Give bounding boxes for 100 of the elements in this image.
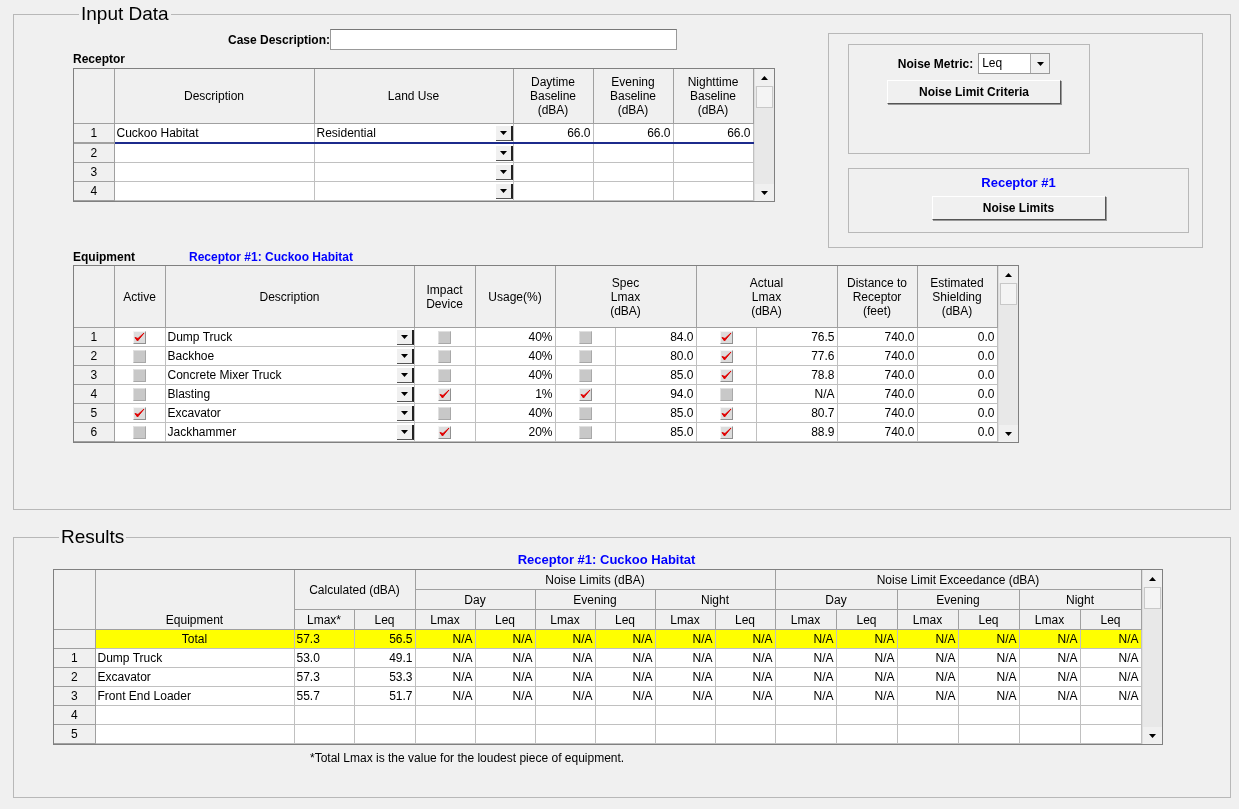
noise-limit-criteria-button[interactable]: Noise Limit Criteria — [887, 80, 1061, 104]
table-cell: N/A — [935, 689, 956, 703]
table-row[interactable]: 1 Cuckoo Habitat Residential 66.0 66.0 66.0 — [74, 123, 753, 143]
row-number: 2 — [74, 143, 114, 163]
dropdown-button[interactable] — [396, 386, 414, 402]
table-cell: N/A — [632, 651, 653, 665]
table-cell: 40% — [528, 330, 553, 344]
check-icon — [720, 408, 732, 420]
checkbox[interactable] — [578, 426, 592, 440]
table-cell: N/A — [814, 387, 835, 401]
section-title: Receptor — [73, 51, 126, 68]
checkbox[interactable] — [578, 331, 592, 345]
dropdown-button[interactable] — [495, 183, 513, 199]
table-cell: N/A — [1118, 689, 1139, 703]
checkbox[interactable] — [438, 369, 451, 383]
table-row[interactable]: 2 — [74, 143, 753, 163]
checkbox[interactable] — [133, 426, 146, 440]
table-cell: Dump Truck — [97, 651, 163, 665]
dropdown-button[interactable] — [396, 329, 414, 345]
table-cell: Excavator — [97, 670, 151, 684]
checkbox[interactable] — [438, 350, 451, 364]
receptor-subtitle: Receptor #1: Cuckoo Habitat — [517, 552, 696, 567]
scroll-thumb[interactable] — [755, 86, 773, 108]
dropdown-button[interactable] — [495, 145, 513, 161]
column-header: Distance to Receptor (feet) — [837, 266, 917, 328]
table-cell: 740.0 — [884, 387, 915, 401]
checkbox[interactable] — [719, 388, 733, 402]
panel-title: Input Data — [80, 3, 170, 25]
checkbox[interactable] — [133, 388, 146, 402]
dropdown-button[interactable] — [495, 125, 513, 141]
checkbox[interactable] — [133, 350, 146, 364]
checkbox[interactable] — [133, 369, 146, 383]
check-icon — [720, 351, 732, 363]
column-header: Noise Limits (dBA) — [415, 570, 775, 590]
noise-metric-dropdown[interactable]: Leq — [978, 53, 1051, 74]
scroll-down-button[interactable] — [754, 184, 774, 201]
table-cell: N/A — [813, 670, 834, 684]
scroll-up-button[interactable] — [1142, 570, 1162, 587]
table-cell: N/A — [632, 689, 653, 703]
scroll-thumb[interactable] — [1143, 587, 1161, 609]
vertical-scrollbar[interactable] — [997, 266, 1018, 442]
table-cell: N/A — [996, 651, 1017, 665]
table-cell: 20% — [528, 425, 553, 439]
table-cell: 0.0 — [977, 425, 995, 439]
scroll-down-button[interactable] — [998, 425, 1018, 442]
dropdown-button[interactable] — [396, 424, 414, 440]
table-cell: 740.0 — [884, 406, 915, 420]
table-cell-text: Excavator — [167, 405, 221, 422]
table-cell: 53.3 — [389, 670, 413, 684]
table-cell: N/A — [632, 632, 653, 646]
caret-icon — [400, 372, 408, 377]
column-header: Land Use — [314, 69, 513, 124]
vertical-scrollbar[interactable] — [753, 69, 774, 201]
table-cell: 40% — [528, 368, 553, 382]
checkbox[interactable] — [578, 350, 592, 364]
scroll-thumb[interactable] — [999, 283, 1017, 305]
table-cell: 80.7 — [811, 406, 835, 420]
dropdown-button[interactable] — [396, 348, 414, 364]
check-icon — [439, 389, 450, 401]
column-header: Actual Lmax (dBA) — [696, 266, 837, 328]
table-cell: 57.3 — [296, 670, 320, 684]
field-label: Noise Metric: — [897, 56, 974, 71]
table-cell: 66.0 — [567, 126, 591, 140]
checkbox[interactable] — [578, 369, 592, 383]
scroll-up-button[interactable] — [998, 266, 1018, 283]
dropdown-button[interactable] — [396, 367, 414, 383]
column-header: Description — [165, 266, 414, 328]
checkbox[interactable] — [438, 407, 451, 421]
panel-title: Results — [60, 526, 126, 548]
table-cell: 0.0 — [977, 368, 995, 382]
up-arrow-icon — [760, 75, 768, 80]
table-cell: N/A — [692, 651, 713, 665]
table-cell: N/A — [632, 670, 653, 684]
table-cell: N/A — [813, 689, 834, 703]
table-cell: N/A — [452, 670, 473, 684]
caret-icon — [400, 410, 408, 415]
checkbox[interactable] — [578, 407, 592, 421]
table-cell: N/A — [874, 670, 895, 684]
table-cell-text: Backhoe — [167, 348, 215, 365]
table-row[interactable]: 4 — [74, 181, 753, 201]
table-cell: 57.3 — [296, 632, 320, 646]
table-cell: 94.0 — [670, 387, 694, 401]
row-number: 3 — [70, 689, 78, 703]
checkbox[interactable] — [438, 331, 451, 345]
dropdown-button[interactable] — [396, 405, 414, 421]
column-header: Estimated Shielding (dBA) — [917, 266, 997, 328]
table-cell: N/A — [1057, 651, 1078, 665]
table-cell: N/A — [935, 651, 956, 665]
dropdown-button[interactable] — [495, 164, 513, 180]
table-cell-text: Dump Truck — [167, 329, 233, 346]
column-header: Nighttime Baseline (dBA) — [673, 69, 753, 124]
noise-limits-button[interactable]: Noise Limits — [931, 196, 1106, 220]
table-cell: 53.0 — [296, 651, 320, 665]
table-cell: 85.0 — [670, 425, 694, 439]
scroll-up-button[interactable] — [754, 69, 774, 86]
table-row[interactable]: 3 — [74, 162, 753, 182]
vertical-scrollbar[interactable] — [1141, 570, 1162, 744]
down-arrow-icon — [1004, 431, 1012, 436]
scroll-down-button[interactable] — [1142, 727, 1162, 744]
case-description-field[interactable] — [330, 29, 678, 50]
